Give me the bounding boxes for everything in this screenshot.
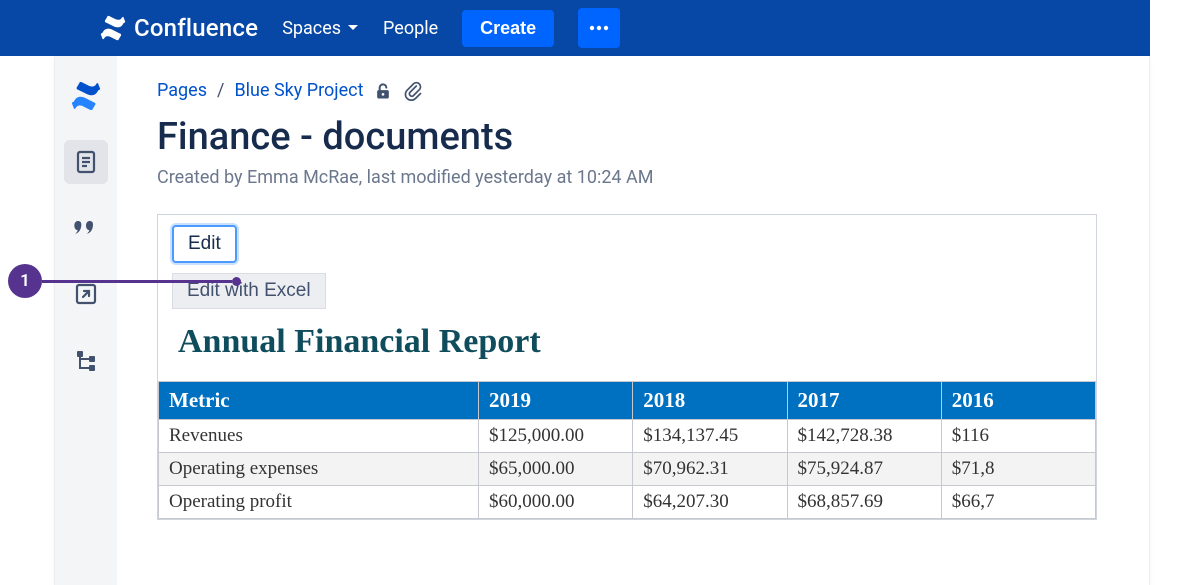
table-header-row: Metric 2019 2018 2017 2016	[159, 382, 1096, 420]
page-title: Finance - documents	[157, 115, 1149, 159]
page-icon	[74, 150, 98, 174]
confluence-glyph-icon	[71, 81, 101, 111]
annotation-callout-1: 1	[8, 264, 241, 298]
confluence-logo-icon	[100, 15, 126, 41]
breadcrumb-project[interactable]: Blue Sky Project	[234, 80, 363, 101]
quote-icon	[72, 214, 100, 242]
breadcrumb-separator: /	[217, 80, 224, 101]
table-row: Operating expenses $65,000.00 $70,962.31…	[159, 453, 1096, 486]
col-2017: 2017	[787, 382, 941, 420]
top-navigation: Confluence Spaces People Create	[0, 0, 1150, 56]
tree-icon	[74, 348, 98, 372]
callout-line	[42, 280, 232, 283]
table-row: Operating profit $60,000.00 $64,207.30 $…	[159, 486, 1096, 519]
attachment-icon[interactable]	[403, 81, 423, 101]
left-sidebar	[55, 56, 117, 585]
table-row: Revenues $125,000.00 $134,137.45 $142,72…	[159, 420, 1096, 453]
product-logo[interactable]: Confluence	[100, 14, 258, 42]
breadcrumb-root[interactable]: Pages	[157, 80, 207, 101]
nav-people-label: People	[383, 18, 438, 39]
nav-people[interactable]: People	[383, 18, 438, 39]
unlock-icon[interactable]	[373, 81, 393, 101]
callout-endpoint	[232, 277, 241, 286]
col-2016: 2016	[941, 382, 1095, 420]
app-home-icon[interactable]	[64, 74, 108, 118]
col-2019: 2019	[479, 382, 633, 420]
page-tree-icon[interactable]	[64, 338, 108, 382]
product-name: Confluence	[134, 14, 258, 42]
embedded-document: Edit Edit with Excel Annual Financial Re…	[157, 214, 1097, 520]
more-menu-button[interactable]	[578, 8, 620, 48]
more-horizontal-icon	[589, 25, 609, 31]
page-byline: Created by Emma McRae, last modified yes…	[157, 167, 1149, 188]
page-content: Pages / Blue Sky Project Finance - docum…	[117, 56, 1149, 585]
col-metric: Metric	[159, 382, 479, 420]
create-button[interactable]: Create	[462, 10, 554, 47]
col-2018: 2018	[633, 382, 787, 420]
pages-icon[interactable]	[64, 140, 108, 184]
edit-button[interactable]: Edit	[172, 225, 237, 263]
blog-icon[interactable]	[64, 206, 108, 250]
nav-spaces[interactable]: Spaces	[282, 18, 359, 39]
chevron-down-icon	[347, 22, 359, 34]
callout-number: 1	[8, 264, 42, 298]
app-frame: Pages / Blue Sky Project Finance - docum…	[54, 56, 1150, 585]
nav-spaces-label: Spaces	[282, 18, 341, 39]
financial-table: Metric 2019 2018 2017 2016 Revenues $125…	[158, 381, 1096, 519]
breadcrumb: Pages / Blue Sky Project	[157, 80, 1149, 101]
